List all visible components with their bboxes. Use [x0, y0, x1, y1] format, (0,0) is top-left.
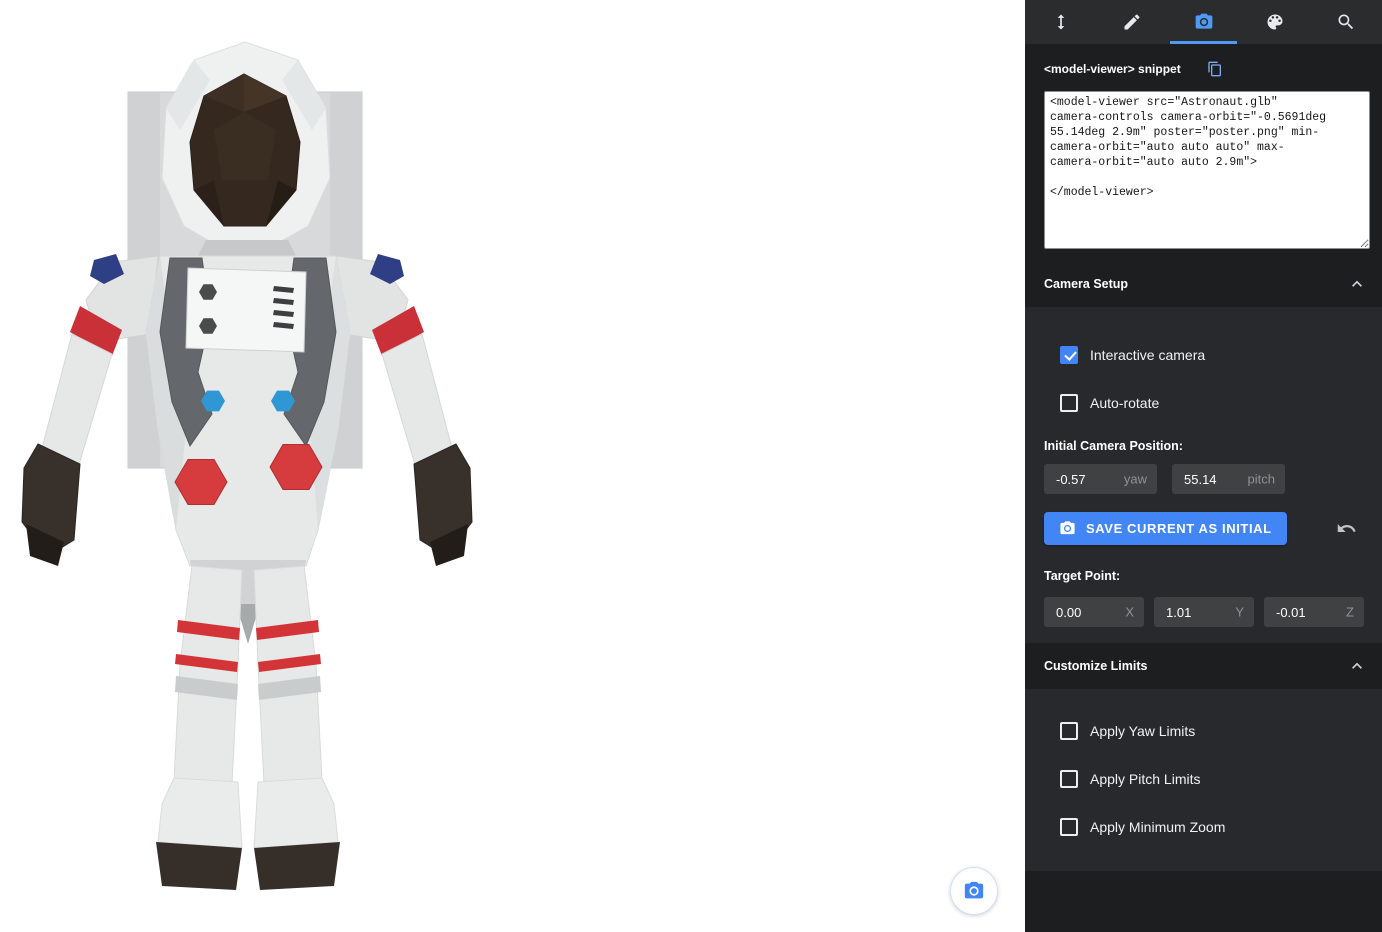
tab-edit[interactable]	[1096, 0, 1167, 44]
snippet-code-textarea[interactable]: <model-viewer src="Astronaut.glb" camera…	[1044, 91, 1370, 249]
initial-camera-position-label: Initial Camera Position:	[1044, 439, 1363, 453]
customize-limits-header: Customize Limits	[1025, 643, 1382, 689]
auto-rotate-checkbox[interactable]	[1060, 394, 1078, 412]
camera-setup-header: Camera Setup	[1025, 261, 1382, 307]
apply-yaw-limits-checkbox[interactable]	[1060, 722, 1078, 740]
camera-setup-body: Interactive camera Auto-rotate Initial C…	[1025, 307, 1382, 643]
height-icon	[1051, 12, 1071, 32]
copy-snippet-button[interactable]	[1207, 61, 1223, 77]
astronaut-model	[0, 0, 500, 932]
apply-yaw-limits-label: Apply Yaw Limits	[1090, 723, 1195, 739]
target-x-field: X	[1044, 597, 1144, 627]
customize-limits-title: Customize Limits	[1044, 659, 1148, 673]
yaw-field: yaw	[1044, 464, 1157, 494]
panel-toolbar	[1025, 0, 1382, 44]
chevron-up-icon	[1347, 274, 1367, 294]
initial-camera-position-fields: yaw pitch	[1044, 464, 1363, 494]
target-z-field: Z	[1264, 597, 1364, 627]
editor-panel: <model-viewer> snippet <model-viewer src…	[1025, 0, 1382, 932]
pitch-input[interactable]	[1172, 464, 1285, 494]
apply-pitch-limits-checkbox[interactable]	[1060, 770, 1078, 788]
yaw-input[interactable]	[1044, 464, 1157, 494]
tab-inspector[interactable]	[1311, 0, 1382, 44]
apply-minimum-zoom-label: Apply Minimum Zoom	[1090, 819, 1225, 835]
target-point-label: Target Point:	[1044, 569, 1363, 583]
camera-icon	[1059, 520, 1076, 537]
apply-pitch-limits-label: Apply Pitch Limits	[1090, 771, 1200, 787]
apply-pitch-limits-row: Apply Pitch Limits	[1044, 755, 1363, 803]
snippet-title: <model-viewer> snippet	[1044, 62, 1181, 76]
pencil-icon	[1122, 12, 1142, 32]
model-viewport[interactable]	[0, 0, 1025, 932]
pitch-field: pitch	[1172, 464, 1285, 494]
target-z-input[interactable]	[1264, 597, 1364, 627]
auto-rotate-label: Auto-rotate	[1090, 395, 1159, 411]
tab-dimensions[interactable]	[1025, 0, 1096, 44]
target-point-fields: X Y Z	[1044, 597, 1363, 627]
collapse-camera-setup-button[interactable]	[1347, 274, 1367, 294]
undo-icon	[1336, 518, 1357, 539]
apply-minimum-zoom-checkbox[interactable]	[1060, 818, 1078, 836]
save-initial-row: SAVE CURRENT AS INITIAL	[1044, 512, 1363, 545]
tab-materials[interactable]	[1239, 0, 1310, 44]
apply-minimum-zoom-row: Apply Minimum Zoom	[1044, 803, 1363, 851]
revert-camera-button[interactable]	[1336, 518, 1357, 539]
save-current-as-initial-label: SAVE CURRENT AS INITIAL	[1086, 521, 1272, 536]
apply-yaw-limits-row: Apply Yaw Limits	[1044, 707, 1363, 755]
snippet-section: <model-viewer> snippet <model-viewer src…	[1025, 44, 1382, 249]
target-y-input[interactable]	[1154, 597, 1254, 627]
capture-pose-button[interactable]	[950, 867, 998, 915]
tab-camera[interactable]	[1168, 0, 1239, 44]
customize-limits-body: Apply Yaw Limits Apply Pitch Limits Appl…	[1025, 689, 1382, 871]
target-y-field: Y	[1154, 597, 1254, 627]
camera-icon	[963, 880, 985, 902]
search-icon	[1336, 12, 1356, 32]
auto-rotate-row: Auto-rotate	[1044, 379, 1363, 427]
palette-icon	[1265, 12, 1285, 32]
collapse-customize-limits-button[interactable]	[1347, 656, 1367, 676]
interactive-camera-row: Interactive camera	[1044, 331, 1363, 379]
chevron-up-icon	[1347, 656, 1367, 676]
target-x-input[interactable]	[1044, 597, 1144, 627]
save-current-as-initial-button[interactable]: SAVE CURRENT AS INITIAL	[1044, 512, 1287, 545]
interactive-camera-label: Interactive camera	[1090, 347, 1205, 363]
interactive-camera-checkbox[interactable]	[1060, 346, 1078, 364]
camera-setup-title: Camera Setup	[1044, 277, 1128, 291]
copy-icon	[1207, 61, 1223, 77]
model-viewer-editor: <model-viewer> snippet <model-viewer src…	[0, 0, 1382, 932]
camera-icon	[1194, 12, 1214, 32]
